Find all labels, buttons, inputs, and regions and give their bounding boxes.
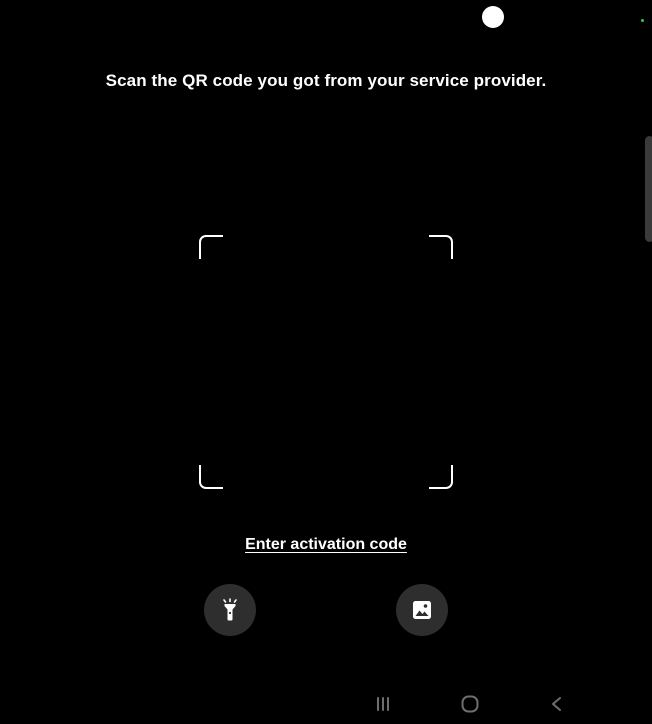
scan-instruction: Scan the QR code you got from your servi… — [105, 71, 547, 90]
privacy-indicator-dot — [641, 19, 644, 22]
edge-panel-handle[interactable] — [645, 136, 652, 242]
camera-cutout — [482, 6, 504, 28]
scan-frame-corner-bottom-left — [199, 465, 223, 489]
back-icon — [552, 697, 561, 711]
recents-icon — [377, 697, 389, 711]
qr-scan-frame — [199, 235, 453, 489]
flashlight-button[interactable] — [204, 584, 256, 636]
navigation-bar — [0, 688, 652, 724]
gallery-button[interactable] — [396, 584, 448, 636]
scan-frame-corner-top-right — [429, 235, 453, 259]
home-icon — [461, 695, 479, 713]
back-button[interactable] — [537, 688, 577, 720]
home-button[interactable] — [450, 688, 490, 720]
recents-button[interactable] — [363, 688, 403, 720]
scan-frame-corner-top-left — [199, 235, 223, 259]
scan-frame-corner-bottom-right — [429, 465, 453, 489]
flashlight-icon — [223, 598, 237, 621]
enter-activation-code-link[interactable]: Enter activation code — [0, 536, 652, 554]
image-gallery-icon — [413, 601, 431, 619]
